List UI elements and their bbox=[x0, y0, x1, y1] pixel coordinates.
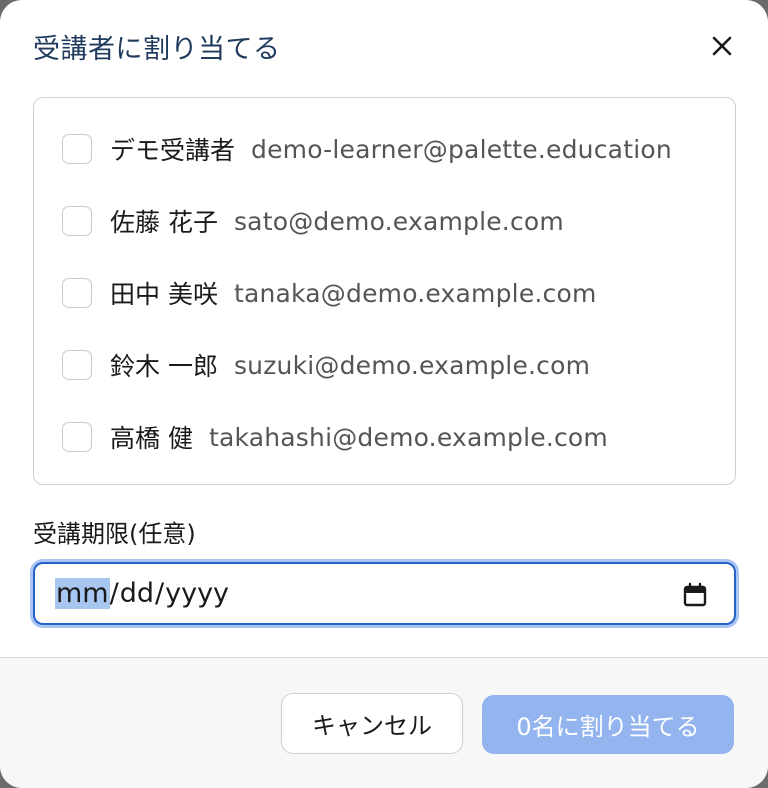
date-separator: / bbox=[109, 578, 119, 609]
calendar-icon[interactable] bbox=[682, 582, 708, 608]
learner-checkbox[interactable] bbox=[62, 278, 92, 308]
learner-item[interactable]: 佐藤 花子 sato@demo.example.com bbox=[62, 201, 564, 241]
deadline-label: 受講期限(任意) bbox=[33, 520, 196, 548]
date-year-segment[interactable]: yyyy bbox=[164, 578, 230, 609]
learner-email: takahashi@demo.example.com bbox=[208, 422, 608, 452]
dialog-header: 受講者に割り当てる bbox=[33, 30, 738, 74]
date-text: mm/dd/yyyy bbox=[55, 576, 230, 612]
date-day-segment[interactable]: dd bbox=[119, 578, 155, 609]
learner-checkbox[interactable] bbox=[62, 206, 92, 236]
learner-email: demo-learner@palette.education bbox=[251, 134, 672, 164]
learner-list: デモ受講者 demo-learner@palette.education 佐藤 … bbox=[33, 97, 736, 485]
assign-button[interactable]: 0名に割り当てる bbox=[482, 695, 734, 754]
learner-name: 鈴木 一郎 bbox=[110, 352, 218, 381]
learner-email: sato@demo.example.com bbox=[233, 206, 564, 236]
close-button[interactable] bbox=[708, 32, 736, 60]
learner-checkbox[interactable] bbox=[62, 350, 92, 380]
learner-name: 高橋 健 bbox=[110, 424, 193, 453]
close-icon bbox=[712, 36, 732, 56]
dialog-footer: キャンセル 0名に割り当てる bbox=[0, 657, 768, 788]
date-month-segment[interactable]: mm bbox=[55, 578, 110, 609]
learner-name: 佐藤 花子 bbox=[110, 208, 218, 237]
dialog-title: 受講者に割り当てる bbox=[33, 34, 281, 65]
assign-learners-dialog: 受講者に割り当てる デモ受講者 demo-learner@palette.edu… bbox=[0, 0, 768, 788]
learner-name: デモ受講者 bbox=[110, 136, 236, 165]
learner-email: tanaka@demo.example.com bbox=[233, 278, 597, 308]
learner-item[interactable]: 鈴木 一郎 suzuki@demo.example.com bbox=[62, 345, 590, 385]
learner-name: 田中 美咲 bbox=[110, 280, 218, 309]
learner-checkbox[interactable] bbox=[62, 422, 92, 452]
learner-item[interactable]: 高橋 健 takahashi@demo.example.com bbox=[62, 417, 608, 457]
learner-item[interactable]: 田中 美咲 tanaka@demo.example.com bbox=[62, 273, 597, 313]
cancel-button[interactable]: キャンセル bbox=[281, 693, 463, 754]
date-separator: / bbox=[155, 578, 165, 609]
learner-item[interactable]: デモ受講者 demo-learner@palette.education bbox=[62, 129, 672, 169]
learner-checkbox[interactable] bbox=[62, 134, 92, 164]
learner-email: suzuki@demo.example.com bbox=[233, 350, 591, 380]
deadline-date-input[interactable]: mm/dd/yyyy bbox=[33, 562, 736, 625]
